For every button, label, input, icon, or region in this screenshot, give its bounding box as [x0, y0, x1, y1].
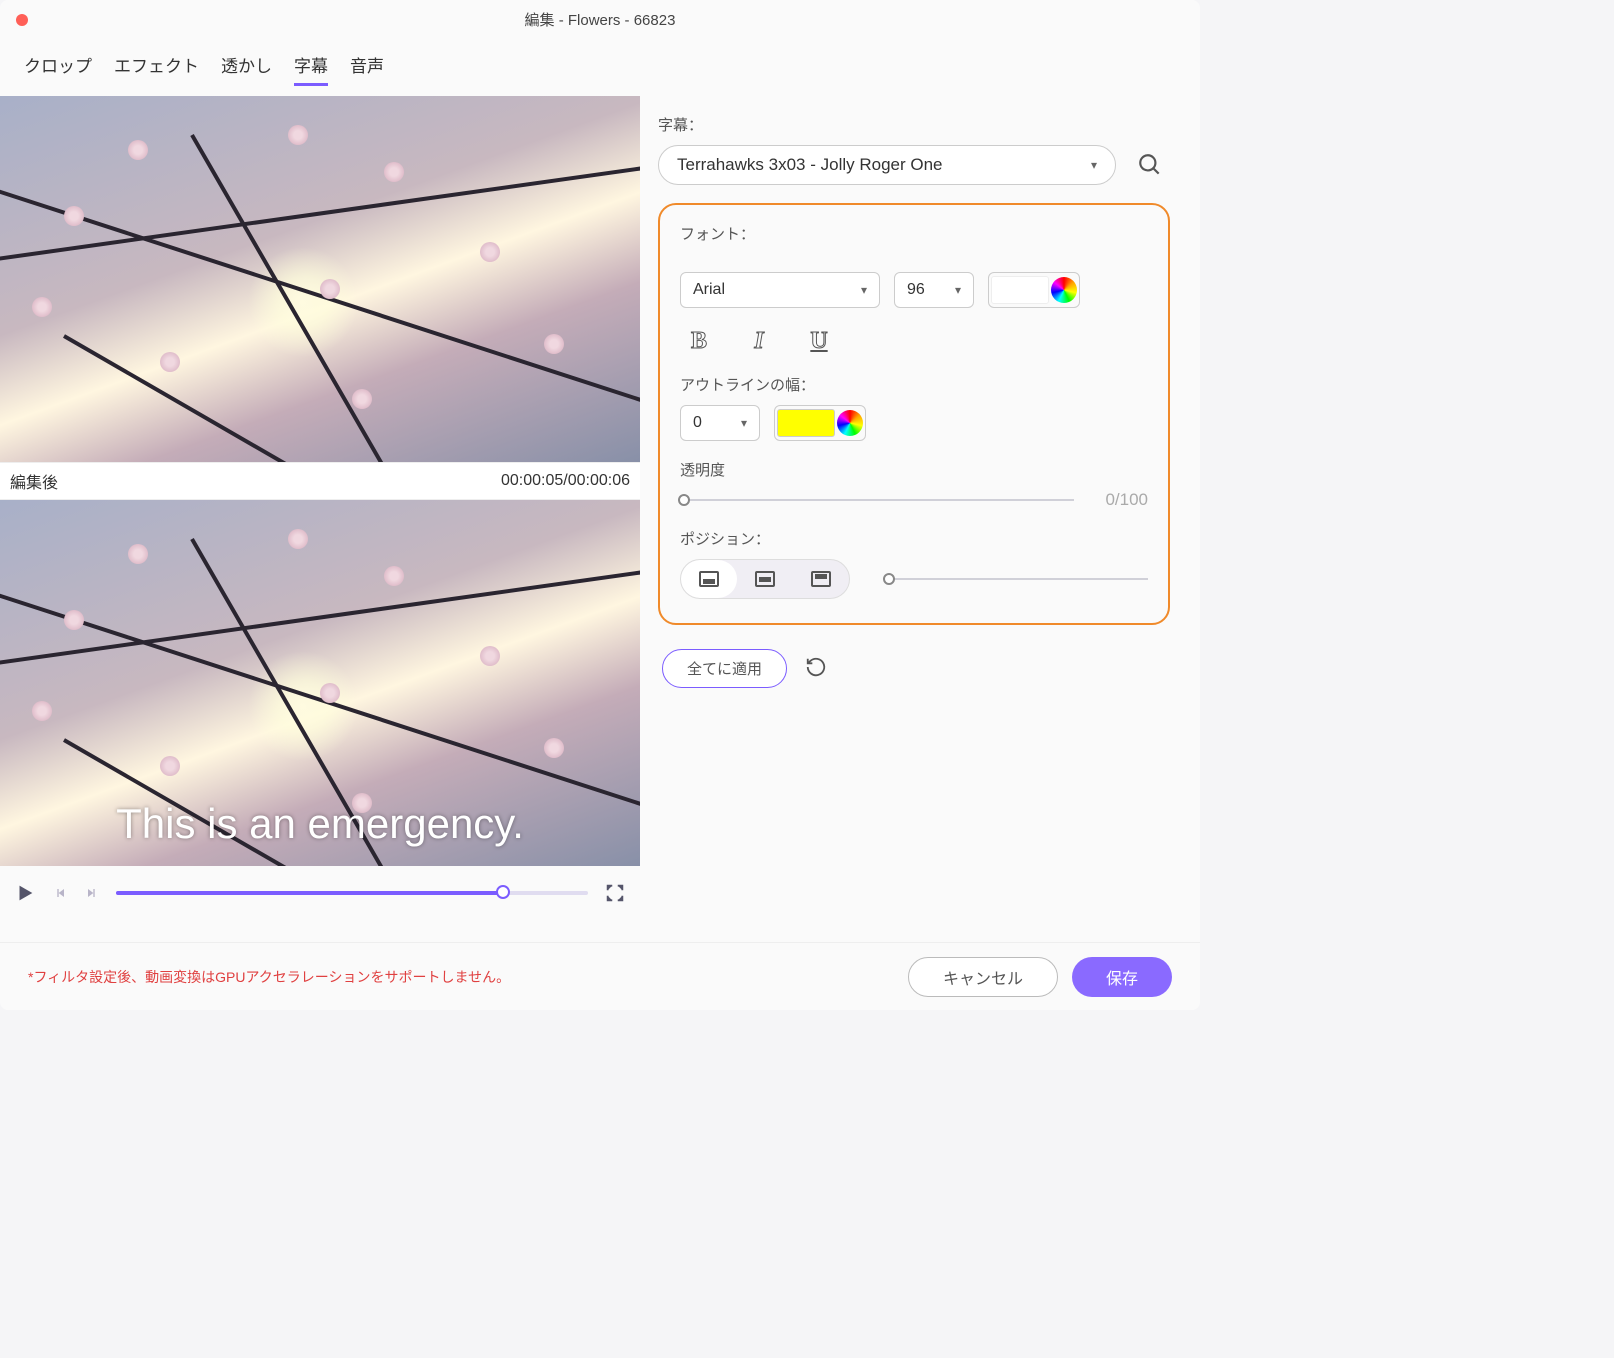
underline-button[interactable]: U	[804, 326, 834, 356]
font-family-value: Arial	[693, 281, 725, 299]
color-wheel-icon	[837, 410, 863, 436]
search-icon	[1137, 152, 1163, 178]
font-size-select[interactable]: 96 ▾	[894, 272, 974, 308]
play-slider[interactable]	[116, 890, 588, 896]
titlebar: 編集 - Flowers - 66823	[0, 0, 1200, 38]
save-button[interactable]: 保存	[1072, 957, 1172, 997]
position-middle-button[interactable]	[737, 560, 793, 598]
search-subtitle-button[interactable]	[1130, 145, 1170, 185]
opacity-slider[interactable]	[680, 492, 1074, 508]
font-color-swatch	[991, 276, 1049, 304]
position-segmented	[680, 559, 850, 599]
footer: *フィルタ設定後、動画変換はGPUアクセラレーションをサポートしません。 キャン…	[0, 942, 1200, 1010]
step-forward-button[interactable]	[84, 885, 100, 901]
opacity-value: 0/100	[1088, 490, 1148, 510]
color-wheel-icon	[1051, 277, 1077, 303]
chevron-down-icon: ▾	[1091, 158, 1097, 172]
font-label: フォント：	[680, 223, 1148, 244]
tab-watermark[interactable]: 透かし	[221, 52, 272, 86]
tab-subtitle[interactable]: 字幕	[294, 52, 328, 86]
italic-button[interactable]: I	[744, 326, 774, 356]
preview-info-row: 編集後 00:00:05/00:00:06	[0, 462, 640, 500]
tab-effect[interactable]: エフェクト	[114, 52, 199, 86]
font-size-value: 96	[907, 281, 925, 299]
chevron-down-icon: ▾	[955, 283, 961, 297]
outline-color-swatch	[777, 409, 835, 437]
subtitle-file-select[interactable]: Terrahawks 3x03 - Jolly Roger One ▾	[658, 145, 1116, 185]
position-bottom-button[interactable]	[681, 560, 737, 598]
play-button[interactable]	[14, 882, 36, 904]
outline-color-picker[interactable]	[774, 405, 866, 441]
apply-all-button[interactable]: 全てに適用	[662, 649, 787, 688]
subtitle-style-panel: フォント： Arial ▾ 96 ▾ B I U	[658, 203, 1170, 625]
chevron-down-icon: ▾	[741, 416, 747, 430]
subtitle-file-value: Terrahawks 3x03 - Jolly Roger One	[677, 155, 943, 175]
outline-width-select[interactable]: 0▾	[680, 405, 760, 441]
reset-button[interactable]	[805, 656, 827, 681]
font-family-select[interactable]: Arial ▾	[680, 272, 880, 308]
window-title: 編集 - Flowers - 66823	[525, 9, 676, 30]
subtitle-overlay-text: This is an emergency.	[0, 800, 640, 848]
gpu-warning: *フィルタ設定後、動画変換はGPUアクセラレーションをサポートしません。	[28, 967, 510, 987]
bold-button[interactable]: B	[684, 326, 714, 356]
position-top-button[interactable]	[793, 560, 849, 598]
preview-before	[0, 96, 640, 462]
tab-crop[interactable]: クロップ	[24, 52, 92, 86]
time-display: 00:00:05/00:00:06	[501, 472, 630, 490]
player-controls	[0, 866, 640, 920]
tab-audio[interactable]: 音声	[350, 52, 384, 86]
outline-width-value: 0	[693, 414, 702, 432]
cancel-button[interactable]: キャンセル	[908, 957, 1058, 997]
close-window-button[interactable]	[16, 14, 28, 26]
reset-icon	[805, 656, 827, 678]
fullscreen-button[interactable]	[604, 882, 626, 904]
chevron-down-icon: ▾	[861, 283, 867, 297]
position-label: ポジション：	[680, 528, 1148, 549]
opacity-label: 透明度	[680, 459, 1148, 480]
outline-label: アウトラインの幅：	[680, 374, 1148, 395]
font-color-picker[interactable]	[988, 272, 1080, 308]
position-offset-slider[interactable]	[884, 571, 1148, 587]
subtitle-section-label: 字幕：	[658, 114, 1170, 135]
step-back-button[interactable]	[52, 885, 68, 901]
tab-bar: クロップ エフェクト 透かし 字幕 音声	[0, 38, 1200, 96]
preview-after: This is an emergency.	[0, 500, 640, 866]
after-label: 編集後	[10, 469, 58, 493]
